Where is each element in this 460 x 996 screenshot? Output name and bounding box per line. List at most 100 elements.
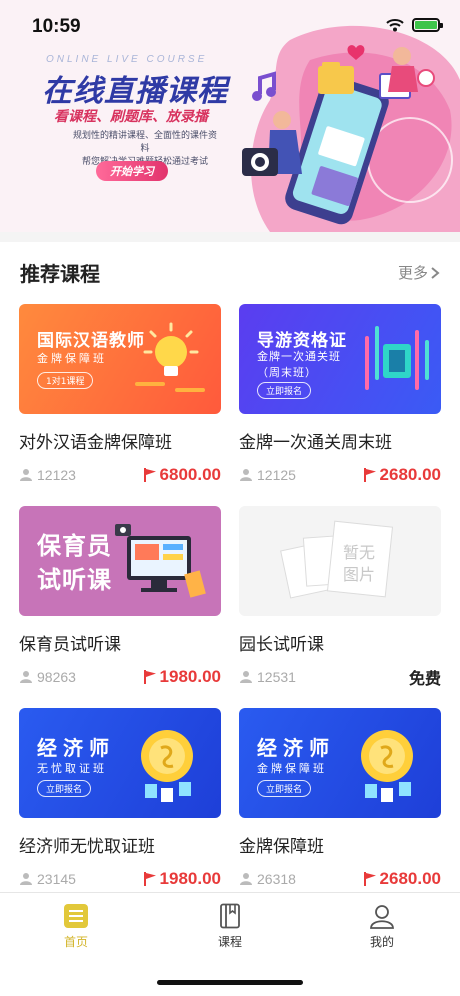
course-price: 2680.00 <box>363 869 441 889</box>
monitor-icon <box>115 524 206 598</box>
no-image-icon <box>280 520 394 599</box>
coin-icon <box>361 730 413 802</box>
price-value: 2680.00 <box>379 869 441 888</box>
price-value: 2680.00 <box>379 465 441 484</box>
student-count-value: 12125 <box>257 467 296 483</box>
thumb-title: 经济师 <box>37 736 115 760</box>
course-thumbnail: 导游资格证 金牌一次通关班 （周末班） 立即报名 <box>239 304 441 414</box>
thumb-tag: 1对1课程 <box>37 372 94 389</box>
course-meta: 26318 2680.00 <box>239 869 441 889</box>
price-value: 6800.00 <box>159 465 221 484</box>
student-count-value: 12531 <box>257 669 296 685</box>
course-thumbnail: 保育员 试听课 <box>19 506 221 616</box>
banner-title: 在线直播课程 <box>42 74 228 109</box>
battery-icon <box>412 18 443 32</box>
course-price: 1980.00 <box>143 667 221 687</box>
course-name: 金牌保障班 <box>239 837 324 857</box>
status-icons <box>386 18 443 32</box>
student-count: 98263 <box>19 669 76 685</box>
course-price: 6800.00 <box>143 465 221 485</box>
thumb-title: 经济师 <box>257 736 335 760</box>
thumb-subtitle-2: （周末班） <box>257 366 317 379</box>
more-link[interactable]: 更多 <box>398 262 440 283</box>
thumb-tag: 立即报名 <box>37 780 92 797</box>
flag-icon <box>143 670 156 684</box>
status-time: 10:59 <box>32 16 81 37</box>
student-count-value: 98263 <box>37 669 76 685</box>
course-card[interactable]: 导游资格证 金牌一次通关班 （周末班） 立即报名 金牌一次通关周末班 12125… <box>239 304 441 485</box>
person-icon <box>240 671 252 683</box>
person-icon <box>240 469 252 481</box>
more-label: 更多 <box>397 264 428 282</box>
section-title: 推荐课程 <box>20 262 100 286</box>
student-count: 12123 <box>19 467 76 483</box>
banner-slogan: 看课程、刷题库、放录播 <box>54 109 208 125</box>
course-card[interactable]: 保育员 试听课 保育员试听课 98263 1980.00 <box>19 506 221 687</box>
thumb-subtitle: 金牌保障班 <box>257 762 327 775</box>
wifi-icon <box>386 19 404 32</box>
banner-illustration <box>242 25 460 232</box>
book-icon <box>220 903 240 929</box>
flag-icon <box>363 468 376 482</box>
person-icon <box>240 873 252 885</box>
thumb-tag: 立即报名 <box>257 780 312 797</box>
tab-courses-label: 课程 <box>217 935 242 949</box>
home-icon <box>64 904 88 928</box>
thumb-title: 国际汉语教师 <box>37 331 145 351</box>
chevron-right-icon <box>431 266 440 279</box>
student-count-value: 26318 <box>257 871 296 887</box>
course-meta: 12531 免费 <box>239 667 441 688</box>
tab-courses[interactable]: 课程 <box>190 903 270 950</box>
student-count: 12125 <box>239 467 296 483</box>
thumb-subtitle: 试听课 <box>37 566 112 594</box>
tab-me-label: 我的 <box>369 935 394 949</box>
tab-me[interactable]: 我的 <box>342 903 422 950</box>
course-name: 金牌一次通关周末班 <box>239 433 392 453</box>
person-icon <box>20 469 32 481</box>
banner-desc-line1: 规划性的精讲课程、全面性的课件资料 <box>72 131 217 154</box>
flag-icon <box>143 872 156 886</box>
course-meta: 12123 6800.00 <box>19 465 221 485</box>
student-count: 26318 <box>239 871 296 887</box>
map-book-icon <box>365 326 429 390</box>
no-image-text: 暂无 图片 <box>343 542 375 586</box>
course-meta: 12125 2680.00 <box>239 465 441 485</box>
course-thumbnail-placeholder: 暂无 图片 <box>239 506 441 616</box>
user-icon <box>370 905 394 929</box>
course-card[interactable]: 经济师 金牌保障班 立即报名 金牌保障班 26318 2680.00 <box>239 708 441 889</box>
course-name: 对外汉语金牌保障班 <box>19 433 172 453</box>
person-icon <box>20 671 32 683</box>
student-count: 12531 <box>239 669 296 685</box>
status-bar: 10:59 <box>0 0 460 48</box>
course-thumbnail: 经济师 无忧取证班 立即报名 <box>19 708 221 818</box>
thumb-title: 保育员 <box>37 532 112 560</box>
thumb-subtitle: 金牌一次通关班 <box>257 350 341 363</box>
course-price-free: 免费 <box>408 669 441 688</box>
student-count: 23145 <box>19 871 76 887</box>
course-price: 1980.00 <box>143 869 221 889</box>
flag-icon <box>363 872 376 886</box>
start-learning-button[interactable]: 开始学习 <box>96 161 168 181</box>
course-thumbnail: 经济师 金牌保障班 立即报名 <box>239 708 441 818</box>
no-image-line2: 图片 <box>343 565 376 584</box>
no-image-line1: 暂无 <box>343 543 376 562</box>
course-meta: 23145 1980.00 <box>19 869 221 889</box>
section-divider <box>0 232 460 242</box>
course-card[interactable]: 暂无 图片 园长试听课 12531 免费 <box>239 506 441 688</box>
course-card[interactable]: 经济师 无忧取证班 立即报名 经济师无忧取证班 23145 1980.00 <box>19 708 221 889</box>
student-count-value: 12123 <box>37 467 76 483</box>
price-value: 1980.00 <box>159 869 221 888</box>
course-card[interactable]: 国际汉语教师 金牌保障班 1对1课程 对外汉语金牌保障班 12123 6800.… <box>19 304 221 485</box>
course-name: 园长试听课 <box>239 635 324 655</box>
person-icon <box>20 873 32 885</box>
thumb-tag: 立即报名 <box>257 382 312 399</box>
tab-home-label: 首页 <box>63 935 88 949</box>
course-meta: 98263 1980.00 <box>19 667 221 687</box>
course-name: 保育员试听课 <box>19 635 121 655</box>
coin-icon <box>141 730 193 802</box>
flag-icon <box>143 468 156 482</box>
home-indicator <box>157 980 303 985</box>
tab-home[interactable]: 首页 <box>36 903 116 950</box>
banner-subtitle: ONLINE LIVE COURSE <box>46 54 208 65</box>
course-thumbnail: 国际汉语教师 金牌保障班 1对1课程 <box>19 304 221 414</box>
